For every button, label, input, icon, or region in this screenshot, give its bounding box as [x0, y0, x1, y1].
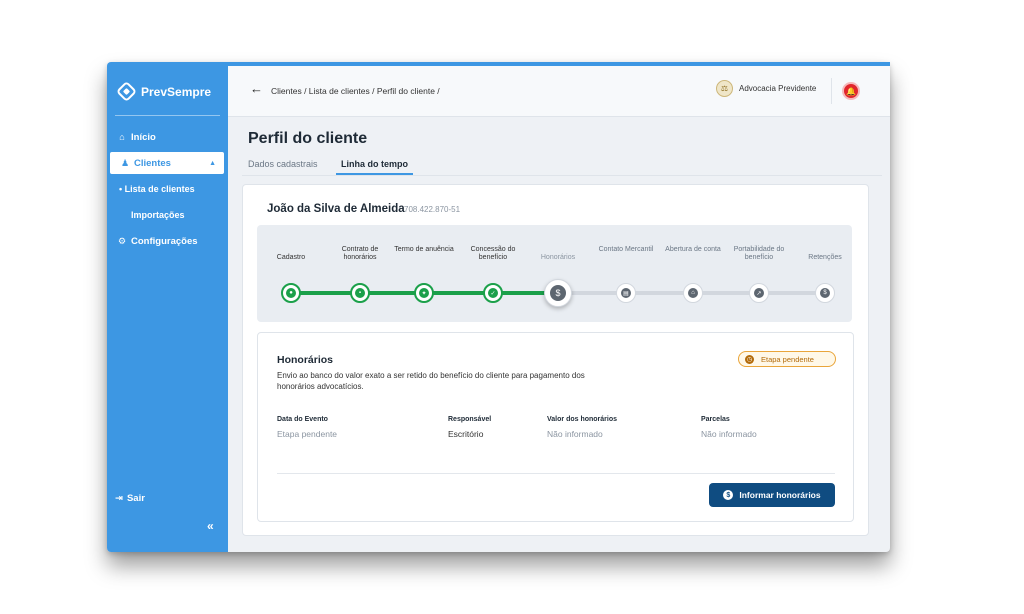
logo-icon — [115, 80, 138, 103]
logout-label: Sair — [126, 493, 145, 504]
org-logo-icon: ⚖ — [716, 80, 733, 97]
back-arrow-icon[interactable]: ← — [250, 81, 263, 96]
sidebar-item-inicio[interactable]: ⌂ Início — [107, 126, 228, 148]
dollar-icon: $ — [723, 490, 734, 500]
informar-honorarios-button[interactable]: $ Informar honorários — [709, 483, 835, 507]
sidebar-item-label: Configurações — [131, 235, 198, 247]
notification-bell-icon[interactable]: 🔔 — [842, 82, 860, 100]
app-logo[interactable]: PrevSempre — [115, 80, 212, 103]
sidebar-subitem-label: Importações — [131, 210, 185, 220]
users-icon: ♟ — [120, 157, 130, 168]
collapse-sidebar-button[interactable]: « — [207, 519, 214, 533]
organization-name: Advocacia Previdente — [739, 84, 817, 93]
button-label: Informar honorários — [739, 490, 821, 500]
sidebar-item-label: Clientes — [134, 157, 171, 169]
sidebar-subitem-importacoes[interactable]: Importações — [131, 210, 185, 220]
gear-icon: ⚙ — [117, 235, 127, 246]
organization-selector[interactable]: ⚖ Advocacia Previdente — [716, 80, 816, 97]
sidebar-item-configuracoes[interactable]: ⚙ Configurações — [107, 230, 228, 252]
sidebar-item-clientes[interactable]: ♟ Clientes ▲ — [110, 152, 224, 174]
sidebar-item-label: Início — [131, 131, 156, 143]
app-name: PrevSempre — [141, 84, 212, 99]
sidebar: PrevSempre ⌂ Início ♟ Clientes ▲ • Lista… — [107, 62, 228, 552]
logout-icon: ⇥ — [115, 493, 123, 504]
chevron-up-icon: ▲ — [209, 159, 216, 167]
sidebar-subitem-lista-de-clientes[interactable]: • Lista de clientes — [119, 184, 195, 194]
breadcrumb[interactable]: Clientes / Lista de clientes / Perfil do… — [271, 86, 440, 96]
topbar-divider — [831, 78, 832, 104]
sidebar-divider — [115, 115, 220, 116]
home-icon: ⌂ — [119, 132, 125, 142]
sidebar-subitem-label: Lista de clientes — [124, 184, 195, 194]
logout-button[interactable]: ⇥ Sair — [115, 493, 145, 504]
topbar: ← Clientes / Lista de clientes / Perfil … — [228, 62, 890, 117]
